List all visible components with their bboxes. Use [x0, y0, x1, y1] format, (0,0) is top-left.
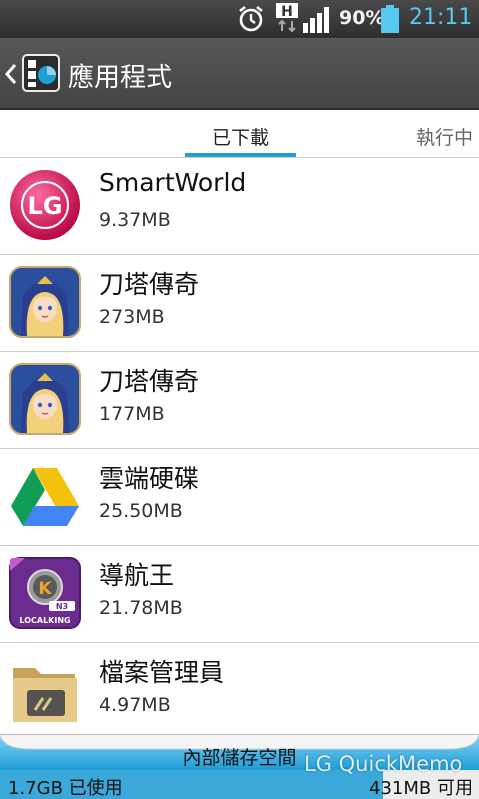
quickmemo-watermark: LG QuickMemo — [304, 752, 463, 776]
app-size: 4.97MB — [99, 694, 171, 716]
clock: 21:11 — [409, 5, 473, 30]
alarm-icon — [239, 5, 263, 32]
svg-text:H: H — [281, 4, 293, 20]
page-title: 應用程式 — [68, 63, 173, 93]
list-item[interactable]: LG SmartWorld 9.37MB — [0, 158, 479, 255]
app-name: SmartWorld — [99, 168, 247, 197]
app-size: 21.78MB — [99, 597, 183, 619]
app-size: 9.37MB — [99, 209, 171, 231]
battery-percent: 90% — [339, 7, 385, 29]
app-name: 刀塔傳奇 — [99, 367, 200, 396]
storage-panel: 內部儲存空間 1.7GB 已使用 431MB 可用 LG QuickMemo — [0, 734, 479, 799]
svg-text:K: K — [38, 579, 52, 599]
list-item[interactable]: 檔案管理員 4.97MB — [0, 643, 479, 734]
app-name: 導航王 — [99, 561, 175, 590]
app-size: 177MB — [99, 403, 165, 425]
google-drive-icon — [11, 468, 79, 526]
app-size: 273MB — [99, 306, 165, 328]
lg-smartworld-icon: LG — [10, 170, 80, 240]
app-manager-icon — [22, 54, 60, 92]
list-item[interactable]: 刀塔傳奇 273MB — [0, 255, 479, 352]
list-item[interactable]: 雲端硬碟 25.50MB — [0, 449, 479, 546]
back-icon[interactable] — [4, 62, 18, 86]
dota-legend-icon — [9, 266, 81, 338]
app-size: 25.50MB — [99, 500, 183, 522]
storage-used-label: 1.7GB 已使用 — [8, 778, 123, 799]
svg-text:N3: N3 — [56, 602, 68, 611]
list-item[interactable]: K N3 LOCALKING 導航王 21.78MB — [0, 546, 479, 643]
tab-downloaded[interactable]: 已下載 — [185, 110, 296, 158]
tab-running[interactable]: 執行中 — [416, 123, 473, 150]
status-bar: H 90% 21:11 — [0, 0, 479, 38]
svg-text:LG: LG — [28, 192, 63, 220]
localking-navigation-icon: K N3 LOCALKING — [9, 557, 81, 629]
tab-selected-indicator — [185, 153, 296, 157]
storage-free-label: 431MB 可用 — [369, 778, 473, 799]
signal-icon — [303, 7, 329, 33]
app-name: 刀塔傳奇 — [99, 270, 200, 299]
battery-icon — [381, 5, 399, 33]
file-manager-icon — [13, 668, 77, 722]
list-item[interactable]: 刀塔傳奇 177MB — [0, 352, 479, 449]
app-list[interactable]: LG SmartWorld 9.37MB 刀塔傳奇 273MB 刀塔傳奇 177… — [0, 158, 479, 734]
dota-legend-icon — [9, 363, 81, 435]
app-name: 雲端硬碟 — [99, 464, 200, 493]
tab-bar: 已下載 執行中 — [0, 110, 479, 158]
svg-text:LOCALKING: LOCALKING — [19, 616, 70, 625]
action-bar: 應用程式 — [0, 38, 479, 110]
network-h-icon: H — [276, 3, 298, 33]
app-name: 檔案管理員 — [99, 658, 225, 687]
